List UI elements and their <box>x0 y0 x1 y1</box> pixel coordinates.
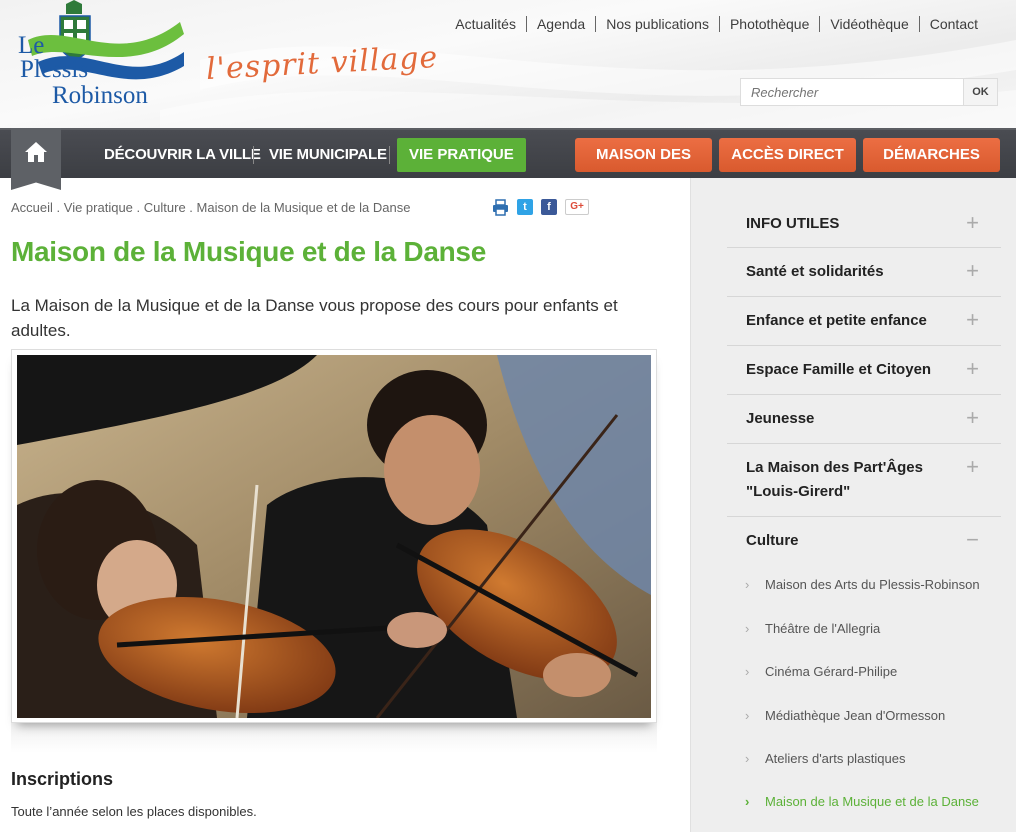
sidebar-subitem-label: Maison de la Musique et de la Danse <box>765 794 979 809</box>
main-navigation: DÉCOUVRIR LA VILLE VIE MUNICIPALE VIE PR… <box>0 128 1016 197</box>
plus-icon[interactable]: + <box>966 456 979 478</box>
nav-separator <box>253 146 254 164</box>
chevron-right-icon: › <box>745 577 750 592</box>
breadcrumb-vie-pratique[interactable]: Vie pratique <box>64 200 133 215</box>
logo-text-le: Le <box>18 32 45 59</box>
sidebar-item-label: INFO UTILES <box>746 215 840 232</box>
page-title: Maison de la Musique et de la Danse <box>11 236 486 267</box>
search-box: OK <box>740 78 998 106</box>
sidebar-subitem-label: Ateliers d'arts plastiques <box>765 751 906 766</box>
search-input[interactable] <box>741 79 963 105</box>
photo-frame <box>11 349 657 723</box>
sidebar-item-enfance[interactable]: Enfance et petite enfance + <box>727 297 1001 346</box>
chevron-right-icon: › <box>745 794 750 809</box>
print-icon[interactable] <box>492 199 509 216</box>
share-bar: t f G+ <box>492 199 589 216</box>
photo-shadow <box>11 723 657 753</box>
site-header: Le Plessis Robinson l'esprit village Act… <box>0 0 1016 128</box>
site-logo[interactable]: Le Plessis Robinson <box>8 0 188 120</box>
sidebar-subitem-label: Maison des Arts du Plessis-Robinson <box>765 577 980 592</box>
twitter-icon[interactable]: t <box>517 199 533 215</box>
top-link-agenda[interactable]: Agenda <box>525 16 595 32</box>
section-title-inscriptions: Inscriptions <box>11 769 114 789</box>
nav-vie-municipale[interactable]: VIE MUNICIPALE <box>269 130 387 180</box>
top-links: Actualités Agenda Nos publications Photo… <box>445 16 988 32</box>
sidebar-item-label: La Maison des Part'Âges "Louis-Girerd" <box>746 459 923 500</box>
chevron-right-icon: › <box>745 621 750 636</box>
nav-acces-direct[interactable]: ACCÈS DIRECT <box>719 138 856 172</box>
sidebar-subitem-label: Théâtre de l'Allegria <box>765 621 881 636</box>
breadcrumb-accueil[interactable]: Accueil <box>11 200 53 215</box>
sidebar-item-jeunesse[interactable]: Jeunesse + <box>727 395 1001 444</box>
violinists-photo <box>17 355 651 718</box>
chevron-right-icon: › <box>745 708 750 723</box>
plus-icon[interactable]: + <box>966 358 979 380</box>
page-lead: La Maison de la Musique et de la Danse v… <box>11 296 618 340</box>
breadcrumb-culture[interactable]: Culture <box>144 200 186 215</box>
sidebar-item-label: Santé et solidarités <box>746 263 884 280</box>
home-icon <box>25 142 47 162</box>
top-link-publications[interactable]: Nos publications <box>595 16 719 32</box>
sidebar-item-label: Espace Famille et Citoyen <box>746 361 932 378</box>
nav-demarches[interactable]: DÉMARCHES <box>863 138 1000 172</box>
violinists-image <box>17 355 651 718</box>
nav-maison-des-arts[interactable]: MAISON DES ARTS <box>575 138 712 197</box>
logo-text-plessis: Plessis <box>20 56 89 83</box>
plus-icon[interactable]: + <box>966 407 979 429</box>
sidebar-item-maison-des-partages[interactable]: La Maison des Part'Âges "Louis-Girerd" + <box>727 444 1001 517</box>
minus-icon[interactable]: − <box>966 529 979 551</box>
plus-icon[interactable]: + <box>966 260 979 282</box>
googleplus-icon[interactable]: G+ <box>565 199 589 215</box>
sidebar-subitem-label: Médiathèque Jean d'Ormesson <box>765 708 946 723</box>
sidebar-item-espace-famille[interactable]: Espace Famille et Citoyen + <box>727 346 1001 395</box>
facebook-icon[interactable]: f <box>541 199 557 215</box>
nav-vie-pratique[interactable]: VIE PRATIQUE <box>397 138 526 172</box>
breadcrumb-current: Maison de la Musique et de la Danse <box>196 200 411 215</box>
sidebar-item-label: Culture <box>746 532 799 549</box>
top-link-phototheque[interactable]: Photothèque <box>718 16 819 32</box>
chevron-right-icon: › <box>745 751 750 766</box>
sidebar-item-info-utiles[interactable]: INFO UTILES + <box>727 200 1001 248</box>
plus-icon[interactable]: + <box>966 212 979 234</box>
logo-text-robinson: Robinson <box>52 82 148 109</box>
nav-separator <box>389 146 390 164</box>
sidebar-subitem-label: Cinéma Gérard-Philipe <box>765 664 898 679</box>
nav-decouvrir-la-ville[interactable]: DÉCOUVRIR LA VILLE <box>104 130 261 180</box>
sidebar-item-label: Jeunesse <box>746 410 815 427</box>
top-link-contact[interactable]: Contact <box>918 16 988 32</box>
home-button[interactable] <box>11 128 61 190</box>
sidebar-item-sante[interactable]: Santé et solidarités + <box>727 248 1001 297</box>
plus-icon[interactable]: + <box>966 309 979 331</box>
sidebar-item-label: Enfance et petite enfance <box>746 312 927 329</box>
sidebar-item-culture[interactable]: Culture − <box>727 517 1001 567</box>
breadcrumb: Accueil . Vie pratique . Culture . Maiso… <box>11 200 411 215</box>
top-link-videotheque[interactable]: Vidéothèque <box>819 16 918 32</box>
chevron-right-icon: › <box>745 664 750 679</box>
sidebar: INFO UTILES + Santé et solidarités + Enf… <box>690 178 1016 832</box>
top-link-actualites[interactable]: Actualités <box>445 16 526 32</box>
search-button[interactable]: OK <box>963 79 997 105</box>
section-text: Toute l’année selon les places disponibl… <box>11 804 257 819</box>
